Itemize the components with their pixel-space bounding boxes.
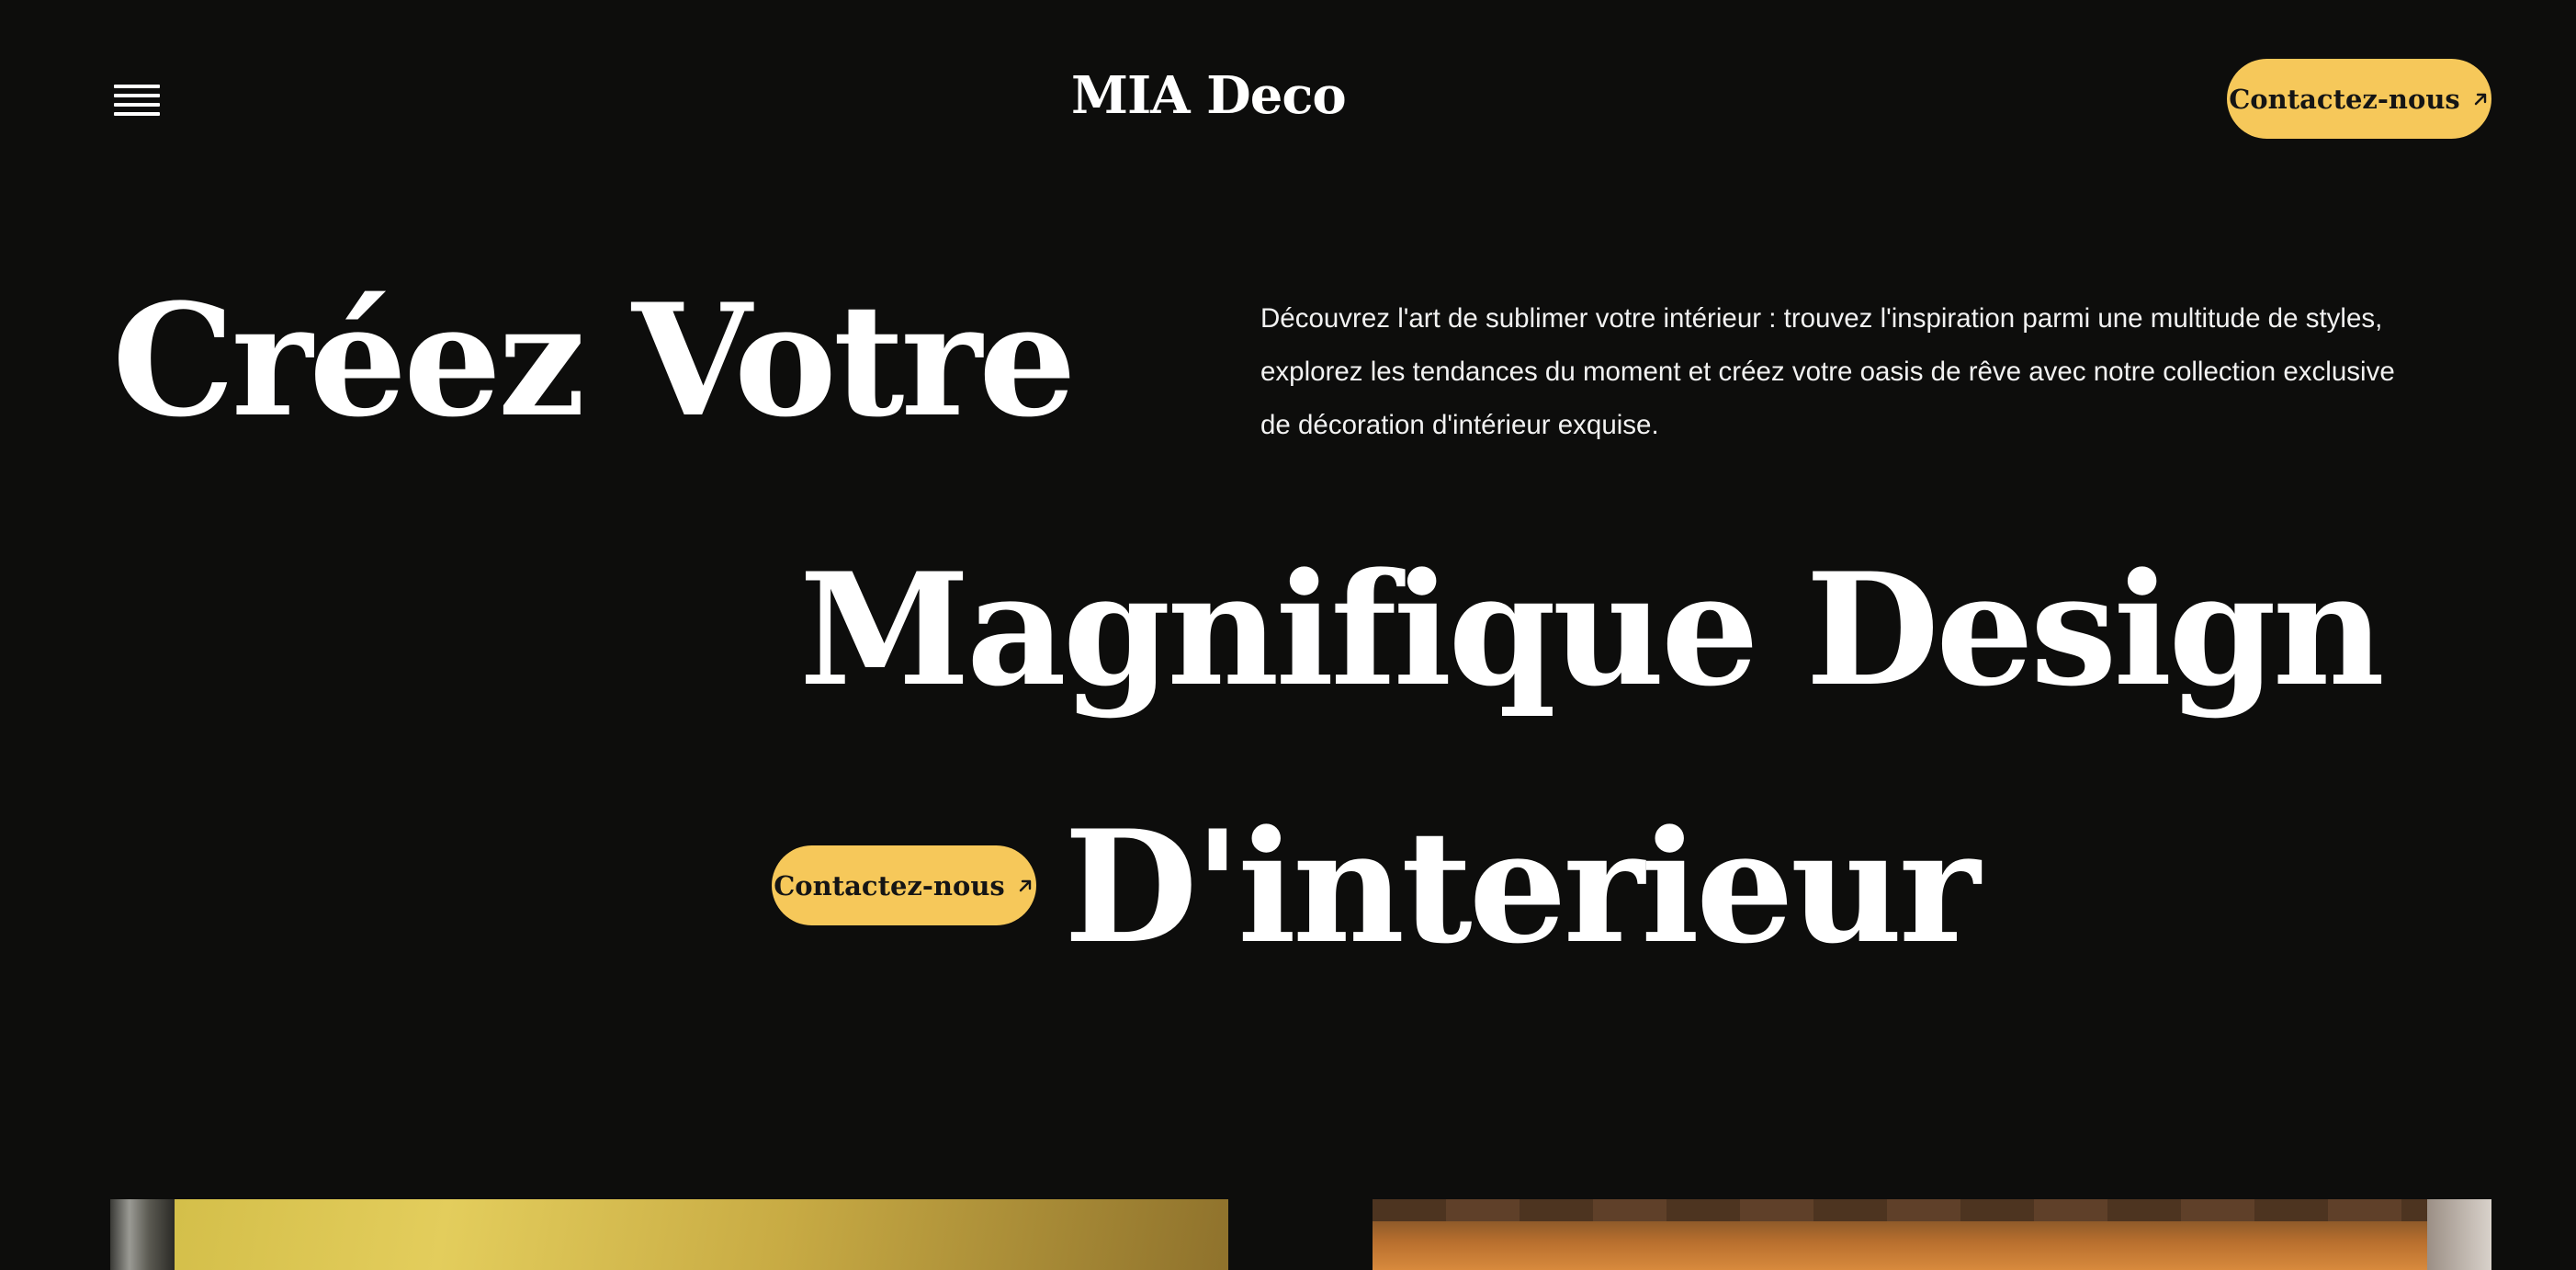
arrow-up-right-icon [2474, 93, 2486, 105]
side-wall [2427, 1199, 2491, 1270]
hero-title-line-2: Magnifique Design [799, 539, 2385, 720]
hero-title-line-1: Créez Votre [112, 269, 1077, 451]
ceiling-beams [1373, 1199, 2491, 1221]
contact-button-hero[interactable]: Contactez-nous [772, 845, 1036, 925]
brand-logo[interactable]: MIA Deco [1071, 59, 1347, 132]
window-frame [110, 1199, 175, 1270]
contact-button-label: Contactez-nous [774, 869, 1005, 901]
hamburger-bar [114, 85, 160, 88]
contact-button-header[interactable]: Contactez-nous [2227, 59, 2491, 139]
hamburger-bar [114, 112, 160, 116]
orange-interior-image [1373, 1199, 2491, 1270]
hamburger-menu-icon[interactable] [114, 85, 160, 116]
hero-title-line-3: D'interieur [1064, 796, 1980, 978]
hero-intro-text: Découvrez l'art de sublimer votre intéri… [1260, 303, 2395, 440]
hamburger-bar [114, 94, 160, 97]
contact-button-label: Contactez-nous [2229, 83, 2460, 115]
arrow-up-right-icon [1019, 879, 1031, 891]
hamburger-bar [114, 103, 160, 107]
yellow-interior-image [110, 1199, 1228, 1270]
